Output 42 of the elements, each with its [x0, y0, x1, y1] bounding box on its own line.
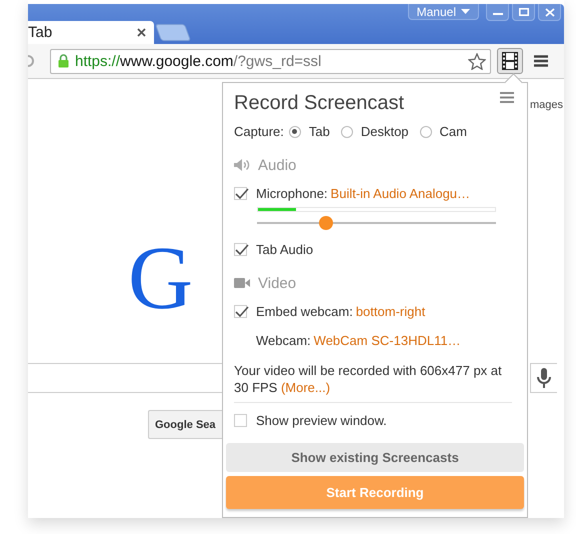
images-link[interactable]: mages [530, 99, 563, 111]
maximize-icon [518, 8, 528, 16]
film-button[interactable] [497, 48, 523, 74]
url-text: https://www.google.com/?gws_rd=ssl [75, 52, 322, 70]
menu-icon[interactable] [534, 55, 548, 67]
reload-icon[interactable] [28, 54, 35, 68]
close-button[interactable] [538, 4, 561, 21]
option-label: Embed webcam: [256, 304, 353, 319]
slider-thumb[interactable] [319, 216, 334, 230]
microphone-icon[interactable] [537, 368, 551, 388]
new-tab-button[interactable] [154, 24, 192, 41]
section-heading: Audio [258, 156, 296, 174]
checkbox[interactable] [234, 187, 247, 200]
option-label: Tab Audio [256, 242, 314, 257]
close-icon[interactable] [137, 28, 146, 37]
section-heading: Video [258, 274, 296, 292]
screencasts-button[interactable]: Show existing Screencasts [226, 443, 524, 472]
volume-slider[interactable] [257, 216, 496, 230]
option-label: Microphone: [256, 186, 328, 201]
capture-label: Capture: [234, 124, 284, 139]
voice-search-button[interactable] [530, 363, 557, 393]
video-camera-icon [234, 277, 250, 289]
browser-tab[interactable]: Tab [28, 21, 154, 44]
checkbox[interactable] [234, 243, 247, 256]
search-field[interactable] [28, 363, 222, 393]
maximize-button[interactable] [512, 4, 535, 21]
checkbox[interactable] [234, 414, 247, 427]
star-icon[interactable] [468, 52, 486, 70]
caret-icon [461, 8, 470, 14]
option-label: Webcam: [256, 333, 311, 348]
radio-option[interactable]: Cam [420, 124, 467, 139]
radio-option[interactable]: Desktop [340, 124, 409, 139]
option-label: Show preview window. [256, 413, 387, 428]
radio-option[interactable]: Tab [288, 124, 330, 139]
logo: G [128, 239, 193, 323]
close-icon [544, 8, 554, 16]
checkbox[interactable] [234, 305, 247, 318]
minimize-button[interactable] [486, 4, 509, 21]
address-bar[interactable]: https://www.google.com/?gws_rd=ssl [50, 48, 491, 74]
info-text: Your video will be recorded with 606x477 px at 30 FPS (More...) [234, 362, 503, 396]
popup-title: Record Screencast [234, 92, 404, 115]
speaker-icon [234, 159, 250, 171]
